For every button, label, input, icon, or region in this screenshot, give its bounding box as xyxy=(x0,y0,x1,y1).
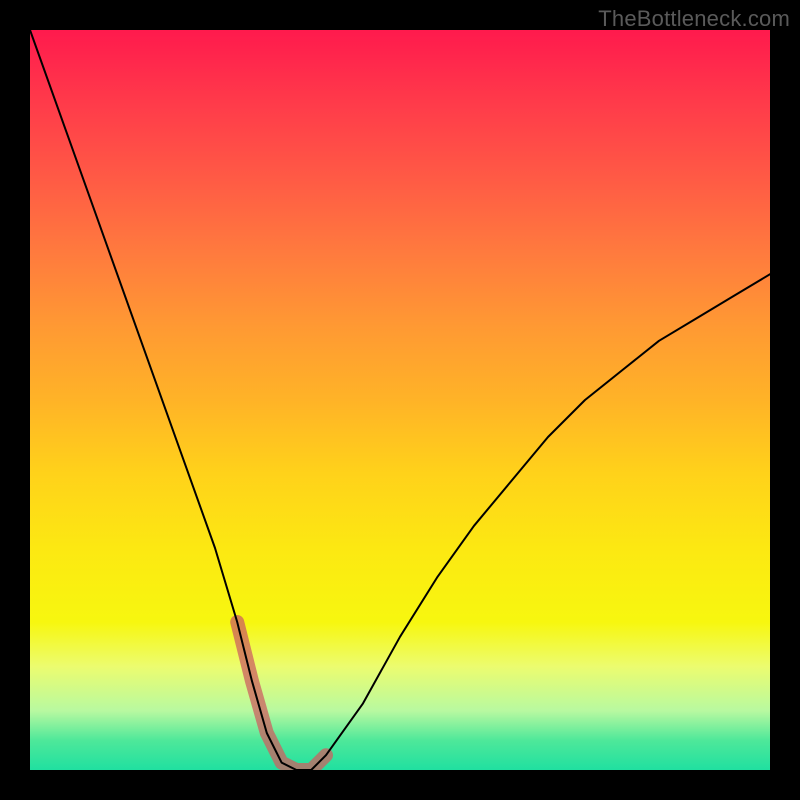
bottleneck-curve xyxy=(30,30,770,770)
chart-frame: TheBottleneck.com xyxy=(0,0,800,800)
watermark-text: TheBottleneck.com xyxy=(598,6,790,32)
plot-area xyxy=(30,30,770,770)
curve-svg xyxy=(30,30,770,770)
highlight-segment xyxy=(237,622,326,770)
